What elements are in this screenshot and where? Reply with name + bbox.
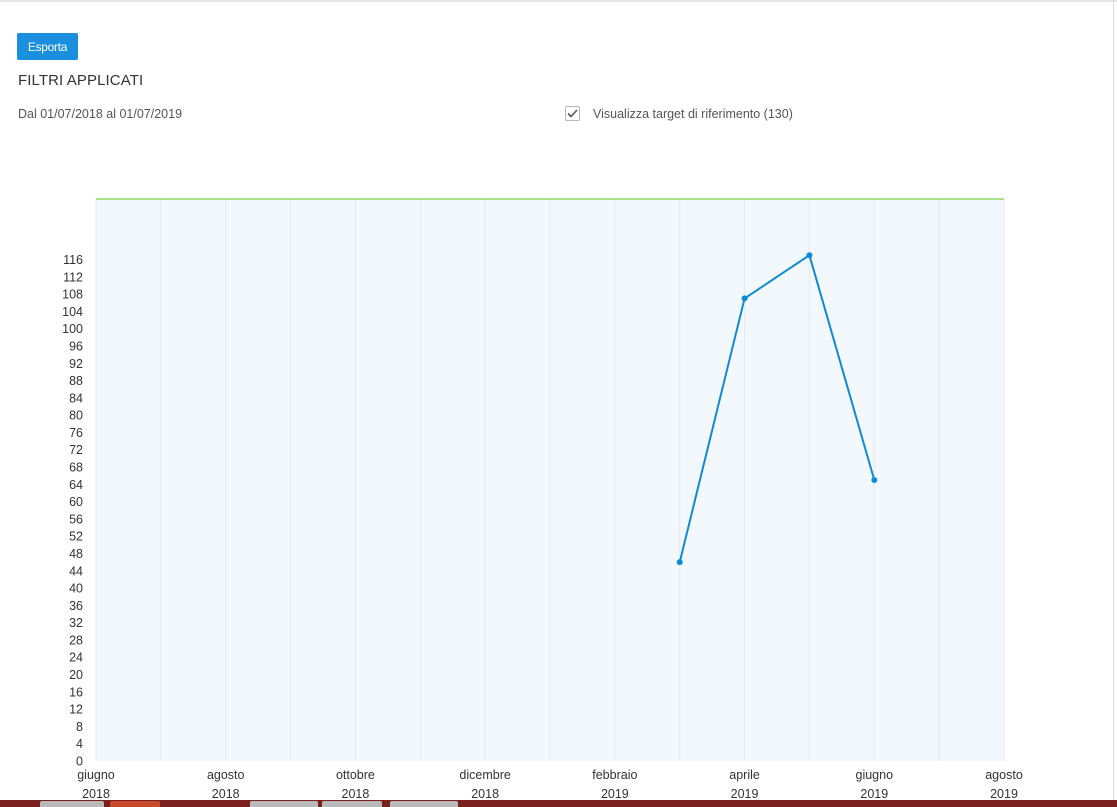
x-tick-month-label: aprile (729, 768, 760, 782)
y-tick-label: 44 (69, 564, 83, 578)
x-tick-month-label: dicembre (459, 768, 510, 782)
y-tick-label: 92 (69, 357, 83, 371)
y-tick-label: 84 (69, 391, 83, 405)
data-point (871, 477, 878, 483)
data-point (676, 559, 683, 566)
y-tick-label: 116 (63, 253, 83, 267)
y-tick-label: 48 (69, 547, 83, 561)
taskbar-button[interactable] (322, 801, 382, 807)
y-tick-label: 12 (69, 703, 83, 717)
taskbar (0, 800, 1117, 807)
y-tick-label: 88 (69, 374, 83, 388)
x-tick-month-label: agosto (985, 768, 1023, 782)
y-tick-label: 112 (63, 270, 83, 284)
y-tick-label: 68 (69, 461, 83, 475)
y-tick-label: 104 (62, 305, 83, 319)
x-tick-month-label: febbraio (592, 768, 637, 782)
x-tick-month-label: agosto (207, 768, 245, 782)
y-tick-label: 8 (76, 720, 83, 734)
x-tick-year-label: 2019 (601, 787, 629, 800)
y-tick-label: 60 (69, 495, 83, 509)
y-tick-label: 80 (69, 409, 83, 423)
y-tick-label: 36 (69, 599, 83, 613)
line-chart: 0481216202428323640444852566064687276808… (62, 198, 1023, 800)
x-tick-year-label: 2019 (731, 787, 759, 800)
taskbar-button[interactable] (250, 801, 318, 807)
y-tick-label: 40 (69, 582, 83, 596)
y-tick-label: 64 (69, 478, 83, 492)
y-tick-label: 4 (76, 737, 83, 751)
y-tick-label: 52 (69, 530, 83, 544)
taskbar-button[interactable] (110, 801, 160, 807)
data-point (741, 295, 748, 302)
x-tick-year-label: 2019 (990, 787, 1018, 800)
y-tick-label: 108 (62, 288, 83, 302)
x-tick-year-label: 2018 (471, 787, 499, 800)
y-tick-label: 100 (62, 322, 83, 336)
x-tick-year-label: 2018 (212, 787, 240, 800)
x-tick-month-label: ottobre (336, 768, 375, 782)
taskbar-button[interactable] (40, 801, 104, 807)
y-tick-label: 20 (69, 668, 83, 682)
x-tick-year-label: 2018 (82, 787, 110, 800)
x-tick-year-label: 2018 (342, 787, 370, 800)
y-tick-label: 56 (69, 512, 83, 526)
y-tick-label: 76 (69, 426, 83, 440)
y-tick-label: 28 (69, 633, 83, 647)
y-tick-label: 0 (76, 755, 83, 769)
data-point (806, 252, 813, 259)
y-tick-label: 32 (69, 616, 83, 630)
y-tick-label: 96 (69, 339, 83, 353)
taskbar-button[interactable] (390, 801, 458, 807)
y-tick-label: 16 (69, 685, 83, 699)
y-tick-label: 72 (69, 443, 83, 457)
x-tick-month-label: giugno (856, 768, 894, 782)
y-tick-label: 24 (69, 651, 83, 665)
x-tick-year-label: 2019 (860, 787, 888, 800)
x-tick-month-label: giugno (77, 768, 115, 782)
